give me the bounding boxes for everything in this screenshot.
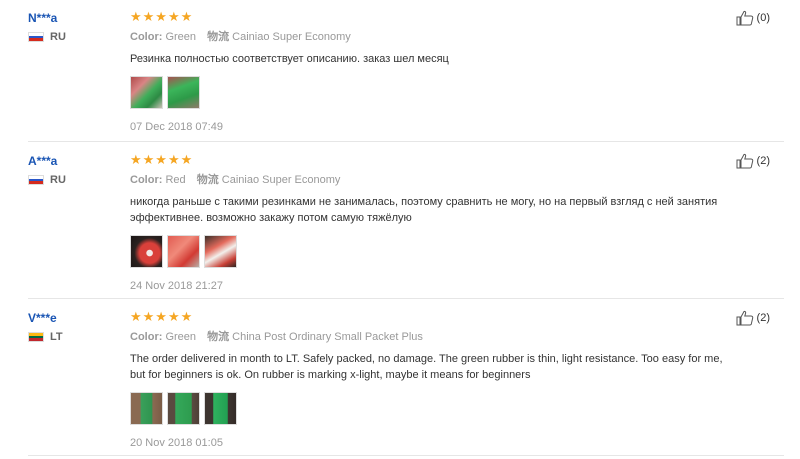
- review-text: никогда раньше с такими резинками не зан…: [130, 196, 718, 224]
- reviewer-info: N***a RU: [28, 10, 118, 43]
- review-photo[interactable]: [204, 392, 237, 425]
- thumbs-up-icon: [736, 10, 753, 26]
- review-content: ★★★★★ Color: Green 物流 China Post Ordinar…: [130, 310, 740, 450]
- color-value: Red: [165, 174, 186, 186]
- star-rating: ★★★★★: [130, 152, 194, 167]
- review-date: 20 Nov 2018 01:05: [130, 437, 223, 449]
- thumbs-up-icon: [736, 310, 753, 326]
- russia-flag-icon: [28, 32, 44, 42]
- shipping-label: 物流: [207, 331, 230, 343]
- color-label: Color:: [130, 174, 163, 186]
- star-rating: ★★★★★: [130, 9, 194, 24]
- review-photos: [130, 76, 740, 109]
- reviewer-country: RU: [28, 174, 118, 186]
- review-photo[interactable]: [167, 235, 200, 268]
- review-photo[interactable]: [167, 392, 200, 425]
- country-code: RU: [50, 174, 66, 186]
- review-photo[interactable]: [130, 392, 163, 425]
- review-text: The order delivered in month to LT. Safe…: [130, 353, 723, 381]
- lithuania-flag-icon: [28, 332, 44, 342]
- reviewer-name: N***a: [28, 11, 58, 25]
- country-code: LT: [50, 331, 63, 343]
- review-date: 07 Dec 2018 07:49: [130, 121, 223, 133]
- review-content: ★★★★★ Color: Green 物流 Cainiao Super Econ…: [130, 10, 740, 134]
- review-content: ★★★★★ Color: Red 物流 Cainiao Super Econom…: [130, 153, 740, 293]
- reviewer-name: A***a: [28, 154, 58, 168]
- review-divider: [28, 455, 784, 456]
- review-divider: [28, 298, 784, 299]
- reviewer-country: LT: [28, 331, 118, 343]
- color-label: Color:: [130, 31, 163, 43]
- russia-flag-icon: [28, 175, 44, 185]
- review-photo[interactable]: [130, 235, 163, 268]
- thumbs-up-icon: [736, 153, 753, 169]
- helpful-button[interactable]: (0): [736, 10, 770, 26]
- review-meta: Color: Green 物流 China Post Ordinary Smal…: [130, 330, 740, 344]
- reviewer-info: V***e LT: [28, 310, 118, 343]
- reviewer-country: RU: [28, 31, 118, 43]
- shipping-label: 物流: [207, 31, 230, 43]
- shipping-label: 物流: [196, 174, 219, 186]
- review-photo[interactable]: [167, 76, 200, 109]
- shipping-value: China Post Ordinary Small Packet Plus: [232, 331, 423, 343]
- color-value: Green: [165, 31, 197, 43]
- helpful-button[interactable]: (2): [736, 310, 770, 326]
- reviewer-info: A***a RU: [28, 153, 118, 186]
- review-date: 24 Nov 2018 21:27: [130, 280, 223, 292]
- review-photos: [130, 392, 740, 425]
- helpful-count: (2): [756, 155, 770, 167]
- shipping-value: Cainiao Super Economy: [232, 31, 351, 43]
- star-rating: ★★★★★: [130, 309, 194, 324]
- review-text: Резинка полностью соответствует описанию…: [130, 53, 449, 65]
- color-label: Color:: [130, 331, 163, 343]
- review-photo[interactable]: [204, 235, 237, 268]
- reviews-page: N***a RU ★★★★★ Color: Green 物流 Cainiao S…: [0, 0, 800, 459]
- helpful-button[interactable]: (2): [736, 153, 770, 169]
- helpful-count: (0): [756, 12, 770, 24]
- review-photos: [130, 235, 740, 268]
- review-divider: [28, 141, 784, 142]
- country-code: RU: [50, 31, 66, 43]
- helpful-count: (2): [756, 312, 770, 324]
- review-photo[interactable]: [130, 76, 163, 109]
- color-value: Green: [165, 331, 197, 343]
- reviewer-name: V***e: [28, 311, 57, 325]
- review-meta: Color: Green 物流 Cainiao Super Economy: [130, 30, 740, 44]
- review-meta: Color: Red 物流 Cainiao Super Economy: [130, 173, 740, 187]
- shipping-value: Cainiao Super Economy: [221, 174, 341, 186]
